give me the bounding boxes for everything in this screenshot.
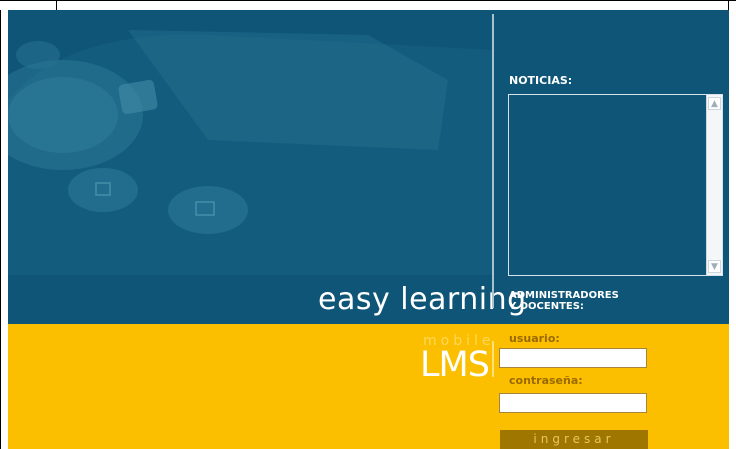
username-field[interactable] [499, 348, 647, 368]
login-section-label-line1: ADMINISTRADORES [509, 290, 619, 301]
frame-left-border [0, 0, 1, 449]
login-button[interactable]: ingresar [500, 430, 648, 449]
header-panel: easy learning ▲ ▼ [8, 10, 729, 324]
news-label: NOTICIAS: [509, 74, 573, 87]
news-scrollbar[interactable]: ▲ ▼ [706, 95, 722, 275]
login-section-label-line2: Y DOCENTES: [509, 301, 584, 312]
product-logo: LMS [420, 345, 490, 385]
news-box: ▲ ▼ [508, 94, 723, 276]
username-label: usuario: [509, 332, 560, 345]
login-section-label: ADMINISTRADORES Y DOCENTES: [509, 290, 619, 312]
device-background-image [8, 10, 493, 275]
scroll-up-icon[interactable]: ▲ [708, 97, 721, 110]
password-label: contraseña: [509, 374, 583, 387]
scroll-down-icon[interactable]: ▼ [708, 260, 721, 273]
password-field[interactable] [499, 393, 647, 413]
brand-tagline: easy learning [318, 282, 527, 317]
top-strip [0, 0, 736, 11]
vertical-divider [492, 14, 494, 308]
